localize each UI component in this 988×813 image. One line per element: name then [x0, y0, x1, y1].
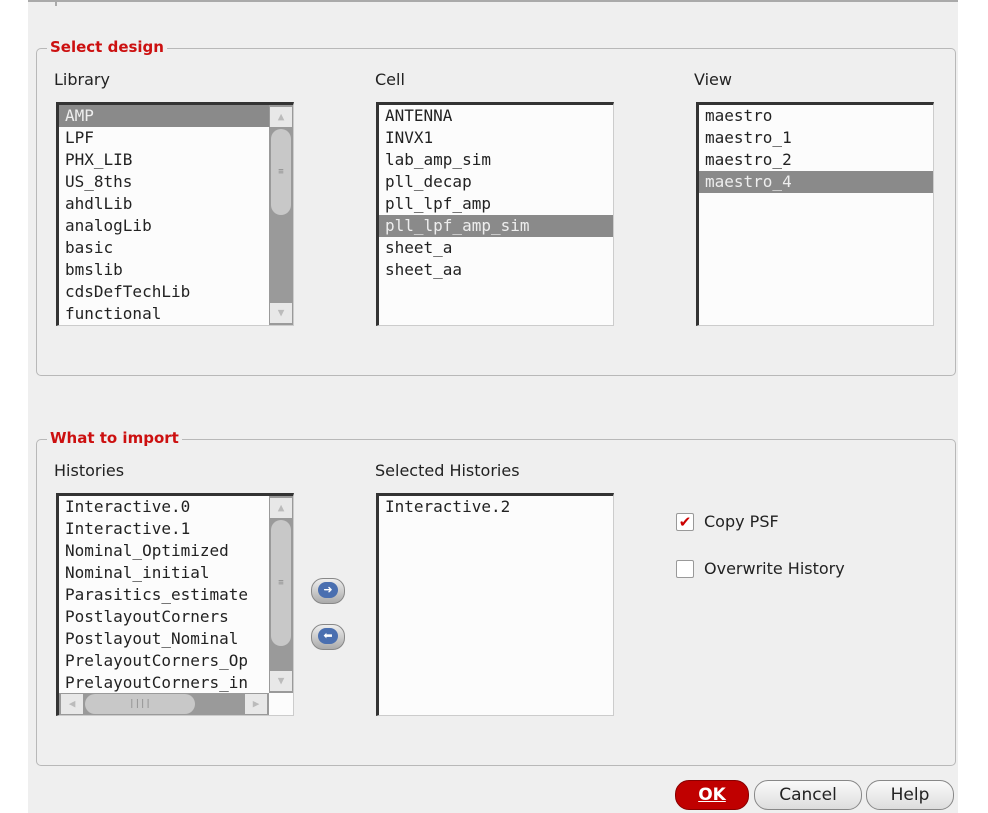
- list-item[interactable]: sheet_aa: [379, 259, 613, 281]
- selected-histories-list[interactable]: Interactive.2: [376, 493, 614, 716]
- list-item[interactable]: Nominal_initial: [59, 562, 269, 584]
- scroll-right-icon[interactable]: ▶: [245, 694, 267, 714]
- arrow-left-icon: ⬅: [318, 628, 338, 644]
- list-item[interactable]: bmslib: [59, 259, 269, 281]
- add-history-button[interactable]: ➜: [311, 578, 345, 604]
- list-item[interactable]: US_8ths: [59, 171, 269, 193]
- divider: [28, 0, 958, 2]
- histories-list[interactable]: Interactive.0 Interactive.1 Nominal_Optimi…: [56, 493, 294, 716]
- list-item[interactable]: maestro: [699, 105, 933, 127]
- list-item[interactable]: pll_decap: [379, 171, 613, 193]
- list-item[interactable]: lab_amp_sim: [379, 149, 613, 171]
- view-label: View: [694, 70, 732, 89]
- list-item[interactable]: PostlayoutCorners: [59, 606, 269, 628]
- list-item[interactable]: LPF: [59, 127, 269, 149]
- list-item[interactable]: Parasitics_estimate: [59, 584, 269, 606]
- list-item[interactable]: PrelayoutCorners_in: [59, 672, 269, 694]
- group-title: Select design: [47, 38, 167, 56]
- list-item[interactable]: ahdlLib: [59, 193, 269, 215]
- scroll-thumb[interactable]: ||||: [85, 694, 195, 714]
- list-item[interactable]: Interactive.0: [59, 496, 269, 518]
- scroll-down-icon[interactable]: ▼: [270, 303, 292, 323]
- list-item[interactable]: basic: [59, 237, 269, 259]
- list-item[interactable]: pll_lpf_amp_sim: [379, 215, 613, 237]
- horizontal-scrollbar[interactable]: ◀ |||| ▶: [59, 693, 269, 715]
- help-button[interactable]: Help: [866, 780, 954, 810]
- list-item[interactable]: PHX_LIB: [59, 149, 269, 171]
- library-label: Library: [54, 70, 110, 89]
- ok-label: OK: [698, 785, 726, 805]
- overwrite-history-label: Overwrite History: [704, 559, 845, 578]
- cell-list[interactable]: ANTENNA INVX1 lab_amp_sim pll_decap pll_lpf_…: [376, 102, 614, 326]
- list-item[interactable]: pll_lpf_amp: [379, 193, 613, 215]
- overwrite-history-checkbox[interactable]: [676, 560, 694, 578]
- list-item[interactable]: Nominal_Optimized: [59, 540, 269, 562]
- view-list[interactable]: maestro maestro_1 maestro_2 maestro_4: [696, 102, 934, 326]
- list-item[interactable]: AMP: [59, 105, 269, 127]
- list-item[interactable]: functional: [59, 303, 269, 325]
- list-item[interactable]: analogLib: [59, 215, 269, 237]
- list-item[interactable]: Postlayout_Nominal: [59, 628, 269, 650]
- list-item[interactable]: Interactive.1: [59, 518, 269, 540]
- group-title: What to import: [47, 429, 182, 447]
- scroll-thumb[interactable]: ≡: [271, 129, 291, 215]
- list-item[interactable]: maestro_1: [699, 127, 933, 149]
- list-item[interactable]: INVX1: [379, 127, 613, 149]
- list-item[interactable]: PrelayoutCorners_Op: [59, 650, 269, 672]
- copy-psf-label: Copy PSF: [704, 512, 779, 531]
- list-item[interactable]: ANTENNA: [379, 105, 613, 127]
- selected-histories-label: Selected Histories: [375, 461, 520, 480]
- copy-psf-checkbox[interactable]: ✔: [676, 513, 694, 531]
- scroll-up-icon[interactable]: ▲: [270, 107, 292, 127]
- arrow-right-icon: ➜: [318, 582, 338, 598]
- divider: [55, 0, 57, 6]
- scroll-thumb[interactable]: ≡: [271, 520, 291, 646]
- list-item[interactable]: maestro_2: [699, 149, 933, 171]
- scroll-left-icon[interactable]: ◀: [61, 694, 83, 714]
- remove-history-button[interactable]: ⬅: [311, 624, 345, 650]
- histories-label: Histories: [54, 461, 125, 480]
- vertical-scrollbar[interactable]: ▲ ≡ ▼: [269, 105, 293, 325]
- scroll-up-icon[interactable]: ▲: [270, 498, 292, 518]
- library-list[interactable]: AMP LPF PHX_LIB US_8ths ahdlLib analogLib basi…: [56, 102, 294, 326]
- vertical-scrollbar[interactable]: ▲ ≡ ▼: [269, 496, 293, 693]
- cell-label: Cell: [375, 70, 405, 89]
- list-item[interactable]: cdsDefTechLib: [59, 281, 269, 303]
- ok-button[interactable]: OK: [675, 780, 749, 810]
- list-item[interactable]: Interactive.2: [379, 496, 613, 518]
- scroll-down-icon[interactable]: ▼: [270, 671, 292, 691]
- cancel-button[interactable]: Cancel: [754, 780, 862, 810]
- list-item[interactable]: maestro_4: [699, 171, 933, 193]
- list-item[interactable]: sheet_a: [379, 237, 613, 259]
